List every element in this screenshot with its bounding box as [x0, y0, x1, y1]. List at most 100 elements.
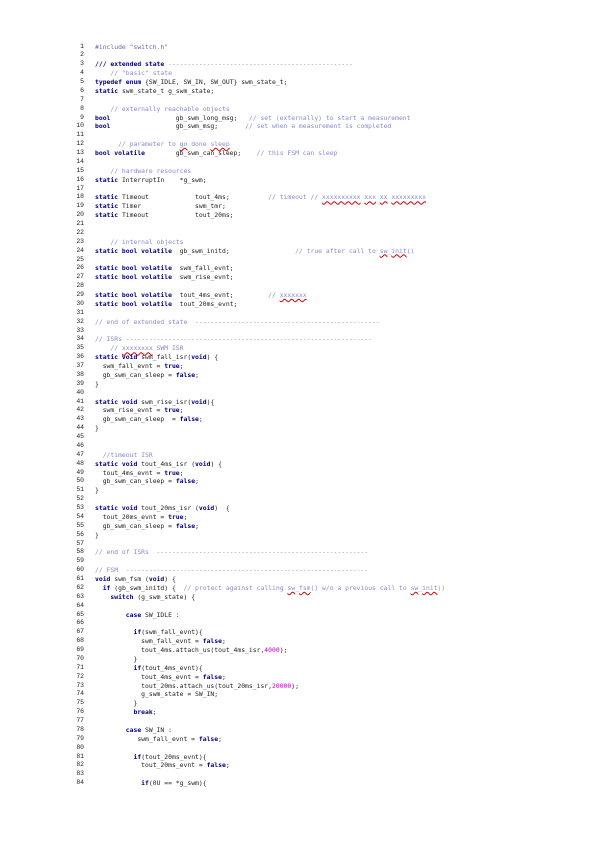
code-token: ) {: [206, 353, 219, 362]
code-line: 54 tout_20ms_evnt = true;: [62, 513, 592, 522]
code-line: 7: [62, 96, 592, 105]
code-line: 30 static bool volatile tout_20ms_evnt;: [62, 300, 592, 309]
code-text: gb_swm_can_sleep = false;: [95, 522, 199, 531]
code-token: ) {: [214, 504, 230, 512]
code-token: xxxxxxx: [279, 291, 307, 299]
code-text: tout_20ms_evnt = true;: [95, 512, 188, 522]
line-number: 17: [76, 184, 84, 192]
code-token: ;: [179, 362, 184, 370]
line-number: 23: [76, 237, 84, 245]
line-number: 3: [80, 60, 84, 68]
code-token: );: [291, 681, 299, 690]
code-text: static Timer swm_tmr;: [95, 202, 226, 211]
line-number: 32: [76, 317, 84, 325]
code-line: 20 static Timeout tout_20ms;: [62, 211, 592, 220]
code-token: static bool volatile: [95, 246, 172, 255]
code-line: 67 if(swm_fall_evnt){: [62, 628, 592, 637]
code-token: swm_fall_evnt =: [95, 362, 165, 370]
line-number: 51: [76, 486, 84, 494]
code-line: 53 static void tout_20ms_isr (void) {: [62, 504, 592, 513]
code-token: tout_4ms_isr (: [137, 459, 196, 468]
code-text: // ISRs --------------------------------…: [95, 335, 372, 344]
code-line: 15 // hardware resources: [62, 167, 592, 176]
code-token: (tout_4ms_evnt){: [141, 663, 203, 672]
code-token: swm_state_t g_swm_state;: [118, 86, 215, 95]
line-number: 35: [76, 344, 84, 352]
line-number: 36: [76, 353, 84, 361]
code-text: switch (g_swm_state) {: [95, 593, 195, 602]
code-token: // parameter to: [95, 140, 180, 149]
code-line: 17: [62, 185, 592, 194]
line-number: 68: [76, 637, 84, 645]
code-text: // parameter to go done sleep: [95, 140, 230, 149]
line-number: 66: [76, 619, 84, 627]
line-number: 64: [76, 601, 84, 609]
code-text: }: [95, 531, 99, 540]
line-number: 71: [76, 663, 84, 671]
code-token: }: [95, 699, 138, 708]
line-number: 14: [76, 157, 84, 165]
code-token: switch: [110, 592, 134, 601]
code-token: // internal objects: [95, 237, 184, 246]
code-token: SWM ISR: [152, 344, 184, 353]
code-line: 11: [62, 131, 592, 140]
code-line: 59: [62, 557, 592, 566]
code-token: true: [168, 512, 184, 521]
code-text: tout_20ms_evnt = false;: [95, 761, 230, 770]
code-token: // set (externally) to start a measureme…: [248, 113, 411, 122]
line-number: 55: [76, 521, 84, 529]
line-number: 7: [80, 95, 84, 103]
code-token: fsm: [298, 583, 311, 592]
code-line: 33: [62, 327, 592, 336]
code-line: 66: [62, 619, 592, 628]
code-token: }: [95, 530, 99, 539]
line-number: 48: [76, 459, 84, 467]
code-text: tout_4ms_evnt = true;: [95, 469, 184, 478]
line-number: 83: [76, 770, 84, 778]
code-line: 25: [62, 256, 592, 265]
code-line: 12 // parameter to go done sleep: [62, 140, 592, 149]
code-line: 14: [62, 158, 592, 167]
code-line: 9 bool gb_swm_long_msg; // set (externall…: [62, 114, 592, 123]
line-number: 9: [80, 113, 84, 121]
code-token: tout_4ms_evnt;: [171, 291, 269, 299]
code-line: 6 static swm_state_t g_swm_state;: [62, 87, 592, 96]
line-number: 18: [76, 193, 84, 201]
code-text: // end of ISRs -------------------------…: [95, 548, 368, 557]
code-token: tout_20ms_evnt =: [95, 512, 169, 521]
code-token: swm_fall_evnt =: [95, 637, 203, 646]
code-line: 29 static bool volatile tout_4ms_evnt; //…: [62, 291, 592, 300]
code-text: case SW_IN :: [95, 726, 172, 735]
code-token: false: [202, 672, 222, 681]
line-number: 34: [76, 335, 84, 343]
code-line: 31: [62, 309, 592, 318]
code-line: 84 if(0U == *g_swm){: [62, 779, 592, 788]
code-token: (tout_20ms_evnt){: [141, 752, 207, 761]
code-line: 80: [62, 744, 592, 753]
code-token: 20000: [272, 681, 292, 690]
code-text: static bool volatile tout_4ms_evnt; // x…: [95, 291, 307, 300]
code-line: 3 /// extended state --------------------…: [62, 60, 592, 69]
code-token: swm_rise_isr(: [137, 397, 192, 406]
code-text: if(tout_4ms_evnt){: [95, 663, 203, 673]
code-token: xxx: [364, 193, 376, 202]
code-token: Timeout tout_20ms;: [118, 211, 234, 220]
line-number: 67: [76, 628, 84, 636]
line-number: 6: [80, 86, 84, 94]
code-token: // end of extended state ---------------…: [95, 317, 380, 326]
line-number: 41: [76, 397, 84, 405]
code-line: 42 swm_rise_evnt = true;: [62, 406, 592, 415]
code-token: ;: [152, 708, 157, 717]
code-token: sw: [287, 583, 296, 592]
code-line: 36 static void swm_fall_isr(void) {: [62, 353, 592, 362]
code-line: 43 gb_swm_can_sleep = false;: [62, 415, 592, 424]
code-text: void swm_fsm (void) {: [95, 575, 176, 584]
code-text: static bool volatile gb_swm_initd; // tr…: [95, 247, 414, 256]
code-line: 46: [62, 442, 592, 451]
code-token: }: [95, 379, 99, 388]
code-token: static bool volatile: [95, 291, 172, 299]
code-line: 71 if(tout_4ms_evnt){: [62, 664, 592, 673]
